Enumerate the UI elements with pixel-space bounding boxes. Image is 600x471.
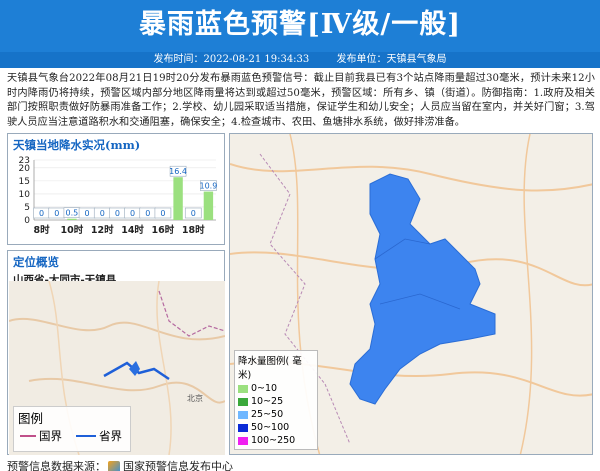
rain-chart-panel: 天镇当地降水实况(mm) 23 20 15 10 5 0 0 0 0.5 0 0 0 0 0 0 16.4 0 1… [7, 133, 225, 245]
rainfall-legend: 降水量图例( 毫米) 0~10 10~25 25~50 50~100 100~2… [234, 350, 318, 450]
overview-legend-title: 图例 [18, 411, 44, 426]
data-label: 0 [130, 209, 135, 218]
rain-chart-title: 天镇当地降水实况(mm) [13, 138, 141, 152]
province-border-label: 省界 [99, 429, 122, 443]
x-tick-label: 12时 [91, 224, 114, 236]
overview-legend-items: 国界 省界 [14, 428, 130, 444]
data-label: 10.9 [200, 182, 218, 191]
publish-time: 发布时间：2022-08-21 19:34:33 [153, 54, 310, 65]
rain-bar [173, 177, 183, 220]
warning-center-logo-icon [108, 461, 120, 471]
overview-legend: 图例 国界 省界 [13, 406, 131, 452]
rain-bar [203, 191, 214, 220]
rainfall-legend-item: 50~100 [238, 421, 314, 434]
rainfall-legend-item: 0~10 [238, 382, 314, 395]
warning-page: 暴雨蓝色预警[Ⅳ级/一般] 发布时间：2022-08-21 19:34:33 发… [0, 0, 600, 471]
x-tick-label: 16时 [152, 224, 175, 236]
x-tick-label: 18时 [182, 224, 205, 236]
beijing-label: 北京 [187, 393, 203, 403]
national-border-line-icon [20, 435, 36, 437]
data-label: 0.5 [66, 209, 79, 218]
data-label: 0 [145, 209, 150, 218]
province-border-line-icon [76, 435, 96, 437]
data-source-name[interactable]: 国家预警信息发布中心 [123, 460, 233, 471]
y-tick-label: 10 [19, 190, 31, 200]
x-tick-label: 10时 [61, 224, 84, 236]
data-label: 0 [115, 209, 120, 218]
publisher: 发布单位：天镇县气象局 [336, 54, 447, 65]
rainfall-legend-item: 100~250 [238, 434, 314, 447]
data-label: 0 [54, 209, 59, 218]
national-border-label: 国界 [39, 429, 62, 443]
y-tick-label: 15 [19, 177, 30, 187]
data-label: 0 [191, 209, 196, 218]
overview-map[interactable]: 北京 图例 国界 省界 [8, 280, 226, 456]
rainfall-legend-item: 25~50 [238, 408, 314, 421]
rainfall-legend-item: 10~25 [238, 395, 314, 408]
rain-bar-chart: 23201510500 0 0.5 0 0 0 0 0 016.4010.98时 10时 12时 14… [19, 156, 218, 236]
y-tick-label: 20 [19, 164, 31, 174]
data-label: 16.4 [169, 167, 187, 176]
warning-area-polygon [349, 173, 496, 405]
data-source-footer: 预警信息数据来源： 国家预警信息发布中心 [7, 458, 233, 471]
y-tick-label: 5 [24, 203, 30, 213]
publish-info-bar: 发布时间：2022-08-21 19:34:33 发布单位：天镇县气象局 [0, 52, 600, 68]
x-tick-label: 8时 [34, 224, 51, 236]
y-tick-label: 0 [24, 216, 30, 226]
page-title: 暴雨蓝色预警[Ⅳ级/一般] [0, 0, 600, 52]
rain-area-map[interactable]: 降水量图例( 毫米) 0~10 10~25 25~50 50~100 100~2… [229, 133, 593, 455]
x-tick-label: 14时 [121, 224, 144, 236]
data-label: 0 [100, 209, 105, 218]
location-panel: 定位概览 山西省-大同市-天镇县 北京 图例 国界 省界 [7, 250, 226, 456]
location-title: 定位概览 [13, 255, 59, 269]
rainfall-legend-title: 降水量图例( 毫米) [238, 356, 302, 381]
data-label: 0 [39, 209, 44, 218]
data-label: 0 [85, 209, 90, 218]
warning-description: 天镇县气象台2022年08月21日19时20分发布暴雨蓝色预警信号：截止目前我县… [7, 73, 595, 128]
data-label: 0 [160, 209, 165, 218]
left-column: 天镇当地降水实况(mm) 23 20 15 10 5 0 0 0 0.5 0 0 0 0 0 0 16.4 0 1… [7, 133, 226, 456]
rain-bar [67, 218, 77, 220]
data-source-label: 预警信息数据来源： [7, 460, 106, 471]
